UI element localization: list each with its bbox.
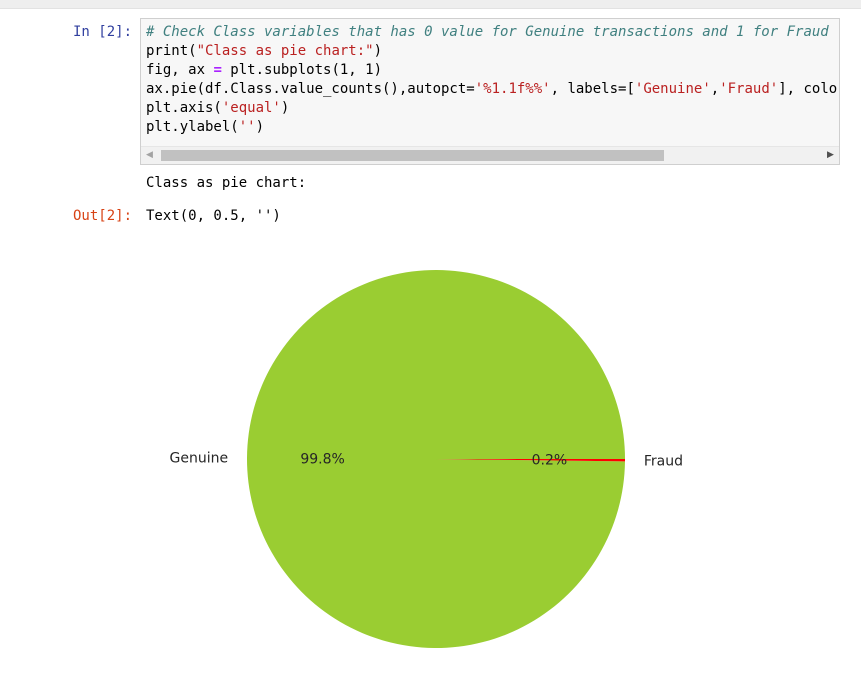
pie-chart: Genuine 99.8% Fraud 0.2% bbox=[170, 270, 683, 649]
code-editor[interactable]: # Check Class variables that has 0 value… bbox=[146, 23, 839, 137]
scrollbar-thumb[interactable] bbox=[161, 150, 664, 161]
code-line: print("Class as pie chart:") bbox=[146, 42, 839, 61]
code-line: plt.ylabel('') bbox=[146, 118, 839, 137]
code-token: ) bbox=[373, 43, 383, 59]
code-token: plt.ylabel( bbox=[146, 119, 239, 135]
code-token: ) bbox=[255, 119, 265, 135]
code-token: ) bbox=[280, 100, 290, 116]
pie-percent-label: 99.8% bbox=[300, 451, 344, 467]
code-line: ax.pie(df.Class.value_counts(),autopct='… bbox=[146, 80, 839, 99]
pie-percent-label: 0.2% bbox=[532, 453, 568, 469]
pie-label: Genuine bbox=[170, 451, 229, 467]
code-token: ], colors=[ bbox=[778, 81, 839, 97]
code-token: , bbox=[710, 81, 720, 97]
code-token: , labels=[ bbox=[550, 81, 635, 97]
horizontal-scrollbar[interactable]: ◀ ▶ bbox=[141, 146, 839, 164]
code-line: # Check Class variables that has 0 value… bbox=[146, 23, 839, 42]
code-token: 'equal' bbox=[221, 100, 281, 116]
pie-label: Fraud bbox=[644, 453, 683, 469]
stream-output: Class as pie chart: bbox=[146, 175, 307, 191]
input-prompt: In [2]: bbox=[73, 24, 133, 40]
code-token: "Class as pie chart:" bbox=[196, 43, 374, 59]
code-line: plt.axis('equal') bbox=[146, 99, 839, 118]
code-token: plt.subplots(1, 1) bbox=[221, 62, 383, 78]
code-token: ax.pie(df.Class.value_counts(),autopct= bbox=[146, 81, 475, 97]
code-cell[interactable]: # Check Class variables that has 0 value… bbox=[140, 18, 840, 165]
code-token: fig, ax bbox=[146, 62, 214, 78]
code-token: = bbox=[213, 62, 222, 78]
code-token: '%1.1f%%' bbox=[474, 81, 551, 97]
code-token: # Check Class variables that has 0 value… bbox=[146, 24, 829, 40]
code-token: print( bbox=[146, 43, 197, 59]
code-line: fig, ax = plt.subplots(1, 1) bbox=[146, 61, 839, 80]
code-token: 'Genuine' bbox=[634, 81, 711, 97]
output-prompt: Out[2]: bbox=[73, 208, 133, 224]
code-token: 'Fraud' bbox=[719, 81, 779, 97]
code-token: '' bbox=[238, 119, 256, 135]
scroll-left-icon[interactable]: ◀ bbox=[141, 147, 158, 164]
scroll-right-icon[interactable]: ▶ bbox=[822, 147, 839, 164]
result-output: Text(0, 0.5, '') bbox=[146, 208, 281, 224]
top-strip bbox=[0, 0, 861, 9]
code-token: plt.axis( bbox=[146, 100, 222, 116]
